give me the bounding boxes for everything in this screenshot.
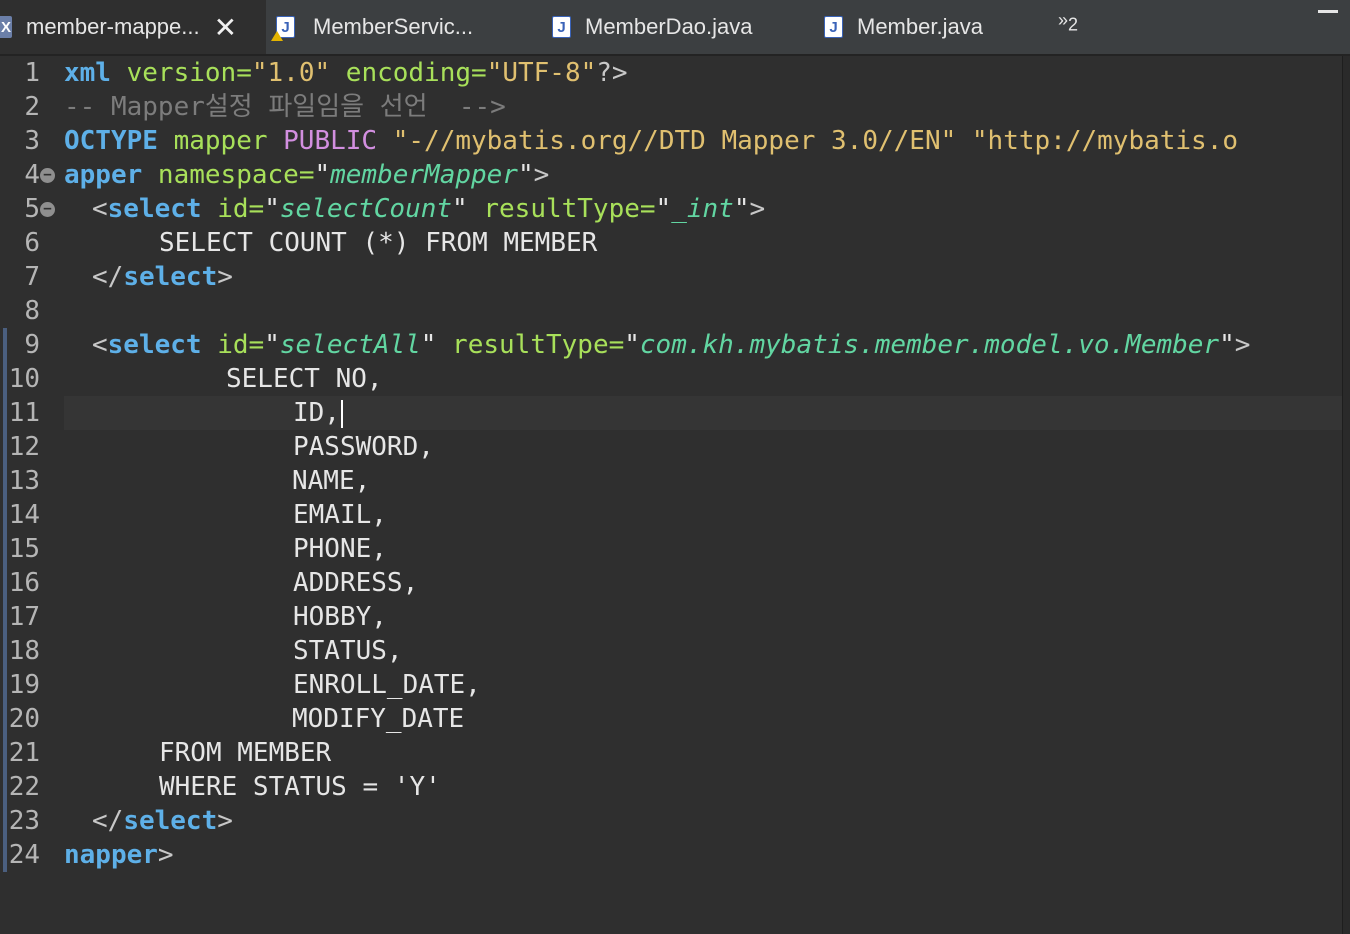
editor-tab-bar: X member-mappe... ✕ J MemberServic... J … [0,0,1350,56]
code-editor[interactable]: 1 xml version="1.0" encoding="UTF-8"?> 2… [0,56,1342,934]
close-icon[interactable]: ✕ [214,11,237,44]
java-file-icon: J [271,16,295,41]
fold-collapse-icon[interactable]: − [40,202,55,217]
code-line: 17 HOBBY, [0,600,1342,634]
line-number: 3 [24,126,40,156]
code-line: 16 ADDRESS, [0,566,1342,600]
line-content: SELECT COUNT (*) FROM MEMBER [159,228,598,258]
line-number: 12 [8,432,40,462]
code-line: 19 ENROLL_DATE, [0,668,1342,702]
line-number: 9 [24,330,40,360]
code-line: 7 </select> [0,260,1342,294]
line-number: 6 [24,228,40,258]
line-number: 15 [8,534,40,564]
line-number: 8 [24,296,40,326]
line-content: ID, [64,396,1342,430]
line-content: STATUS, [293,636,403,666]
code-line: 10 SELECT NO, [0,362,1342,396]
fold-collapse-icon[interactable]: − [40,168,55,183]
line-content: NAME, [292,466,371,496]
chevron-double-right-icon: » [1058,10,1069,30]
line-number: 5 [24,194,40,224]
java-file-icon: J [552,16,571,38]
line-number: 23 [8,806,40,836]
code-line: 20 MODIFY_DATE [0,702,1342,736]
tab-label: member-mappe... [26,14,200,39]
line-number: 20 [8,704,40,734]
line-number: 7 [24,262,40,292]
line-number: 14 [8,500,40,530]
tab-member-service[interactable]: J MemberServic... [271,0,474,54]
line-content: -- Mapper설정 파일임을 선언 --> [64,92,506,122]
line-number: 11 [8,398,40,428]
line-content: OCTYPE mapper PUBLIC "-//mybatis.org//DT… [64,126,1239,156]
line-content: PASSWORD, [293,432,434,462]
line-number: 21 [8,738,40,768]
code-line: 13 NAME, [0,464,1342,498]
line-content: ADDRESS, [293,568,419,598]
line-content: </select> [92,262,233,292]
line-number: 16 [8,568,40,598]
code-line: 2 -- Mapper설정 파일임을 선언 --> [0,90,1342,124]
line-content: </select> [92,806,233,836]
line-content: <select id="selectAll" resultType="com.k… [92,330,1251,360]
line-number: 24 [8,840,40,870]
code-line: 8 [0,294,1342,328]
code-line: 4 − apper namespace="memberMapper"> [0,158,1342,192]
code-line: 1 xml version="1.0" encoding="UTF-8"?> [0,56,1342,90]
text-caret [340,399,343,428]
vertical-scrollbar[interactable] [1342,56,1350,934]
code-line: 5 − <select id="selectCount" resultType=… [0,192,1342,226]
code-line: 18 STATUS, [0,634,1342,668]
line-number: 19 [8,670,40,700]
line-number: 13 [8,466,40,496]
line-content: <select id="selectCount" resultType="_in… [92,194,766,224]
line-number: 18 [8,636,40,666]
code-line: 14 EMAIL, [0,498,1342,532]
tab-member-dao[interactable]: J MemberDao.java [552,0,753,54]
line-content: PHONE, [293,534,387,564]
line-number: 1 [24,58,40,88]
code-line: 22 WHERE STATUS = 'Y' [0,770,1342,804]
line-content: ENROLL_DATE, [293,670,481,700]
line-content: HOBBY, [293,602,387,632]
tab-label: MemberDao.java [585,14,753,39]
line-content: SELECT NO, [226,364,383,394]
line-content: napper> [64,840,174,870]
line-number: 10 [8,364,40,394]
xml-file-icon: X [0,16,12,38]
line-content: apper namespace="memberMapper"> [64,160,550,190]
code-line: 12 PASSWORD, [0,430,1342,464]
code-line: 24 napper> [0,838,1342,872]
line-content: FROM MEMBER [159,738,332,768]
line-content: WHERE STATUS = 'Y' [159,772,441,802]
line-number: 4 [24,160,40,190]
tab-overflow-button[interactable]: »2 [1058,10,1078,36]
code-line: 11 ID, [0,396,1342,430]
minimize-icon[interactable] [1318,10,1338,13]
tab-label: MemberServic... [313,14,474,39]
code-line: 3 OCTYPE mapper PUBLIC "-//mybatis.org//… [0,124,1342,158]
line-content: MODIFY_DATE [292,704,465,734]
line-number: 17 [8,602,40,632]
tab-label: Member.java [857,14,983,39]
code-line: 9 <select id="selectAll" resultType="com… [0,328,1342,362]
overflow-count: 2 [1068,14,1079,35]
tab-member[interactable]: J Member.java [824,0,983,54]
code-line: 23 </select> [0,804,1342,838]
code-line: 15 PHONE, [0,532,1342,566]
java-file-icon: J [824,16,843,38]
line-content: EMAIL, [293,500,387,530]
line-number: 2 [24,92,40,122]
tab-member-mapper[interactable]: X member-mappe... ✕ [0,0,266,54]
warning-icon [271,31,283,41]
code-line: 6 SELECT COUNT (*) FROM MEMBER [0,226,1342,260]
line-number: 22 [8,772,40,802]
code-line: 21 FROM MEMBER [0,736,1342,770]
line-content: xml version="1.0" encoding="UTF-8"?> [64,58,628,88]
